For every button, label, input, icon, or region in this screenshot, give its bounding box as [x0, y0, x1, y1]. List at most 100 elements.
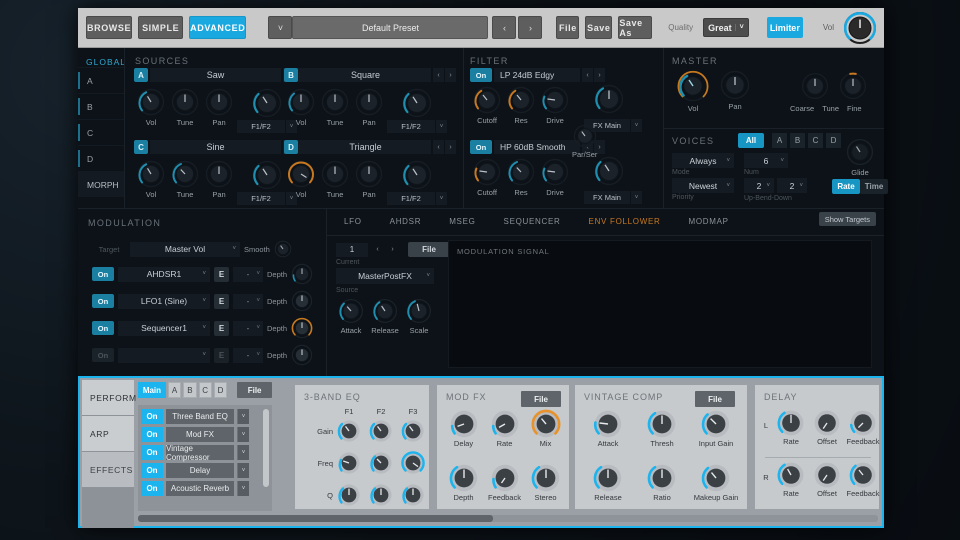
filter-2-cutoff[interactable]: Cutoff: [470, 158, 504, 197]
osc-d-fx-select[interactable]: F1/F2: [387, 192, 435, 205]
bus-d-button[interactable]: D: [214, 382, 227, 398]
eq-freq-f2[interactable]: [365, 451, 397, 475]
bus-a-button[interactable]: A: [168, 382, 181, 398]
show-targets-button[interactable]: Show Targets: [819, 212, 876, 226]
delay-l-rate-knob[interactable]: Rate: [773, 409, 809, 446]
comp-thresh-knob[interactable]: Thresh: [635, 409, 689, 448]
eq-freq-f1[interactable]: [333, 451, 365, 475]
sidebar-item-effects[interactable]: EFFECTS: [82, 452, 134, 488]
sidebar-item-perform[interactable]: PERFORM: [82, 380, 134, 416]
eq-q-f2[interactable]: [365, 483, 397, 507]
osc-a-tune[interactable]: Tune: [168, 88, 202, 127]
effect-eq-on[interactable]: On: [141, 409, 163, 424]
effect-comp-on[interactable]: On: [141, 445, 163, 460]
osc-b-fx-select[interactable]: F1/F2: [387, 120, 435, 133]
tab-ahdsr[interactable]: AHDSR: [376, 211, 436, 231]
filter-2-drive[interactable]: Drive: [538, 158, 572, 197]
modfx-stereo-knob[interactable]: Stereo: [525, 463, 566, 502]
effect-reverb-name[interactable]: Acoustic Reverb: [166, 481, 234, 496]
rail-item-b[interactable]: B: [78, 93, 124, 119]
env-attack-knob[interactable]: Attack: [334, 298, 368, 335]
osc-d-fx[interactable]: F1/F2 ˅: [386, 160, 448, 205]
eq-gain-f1[interactable]: [333, 419, 365, 443]
scrollbar-thumb[interactable]: [138, 515, 493, 522]
delay-l-feedback-knob[interactable]: Feedback: [845, 409, 881, 446]
preset-dropdown-icon[interactable]: ˅: [268, 16, 292, 39]
modfx-file-button[interactable]: File: [521, 391, 561, 407]
filter-1-cutoff[interactable]: Cutoff: [470, 86, 504, 125]
comp-attack-knob[interactable]: Attack: [581, 409, 635, 448]
osc-a-fx-select[interactable]: F1/F2: [237, 120, 285, 133]
osc-d-prev[interactable]: ‹: [433, 140, 444, 154]
advanced-button[interactable]: ADVANCED: [189, 16, 246, 39]
osc-d-pan[interactable]: Pan: [352, 160, 386, 199]
filter-1-drive[interactable]: Drive: [538, 86, 572, 125]
filter-parser-knob[interactable]: Par/Ser: [572, 124, 597, 159]
voices-all-button[interactable]: All: [738, 133, 764, 148]
osc-d-vol[interactable]: Vol: [284, 160, 318, 199]
mod-row-4-source[interactable]: ˅: [118, 348, 210, 363]
osc-b-pan[interactable]: Pan: [352, 88, 386, 127]
env-source-select[interactable]: MasterPostFX ˅: [336, 268, 434, 284]
effect-delay-on[interactable]: On: [141, 463, 163, 478]
filter-2-on-button[interactable]: On: [470, 140, 492, 154]
master-coarse-knob[interactable]: [796, 72, 834, 100]
chevron-down-icon[interactable]: ˅: [237, 445, 249, 460]
osc-a-badge[interactable]: A: [134, 68, 148, 82]
osc-a-waveform[interactable]: Saw: [150, 68, 281, 82]
bus-c-button[interactable]: C: [199, 382, 212, 398]
preset-name-field[interactable]: Default Preset: [292, 16, 488, 39]
delay-r-feedback-knob[interactable]: Feedback: [845, 461, 881, 498]
filter-2-fx[interactable]: FX Main ˅: [584, 156, 642, 204]
eq-gain-f3[interactable]: [397, 419, 429, 443]
master-volume-knob[interactable]: [844, 12, 876, 44]
mod-row-4-edit[interactable]: E: [214, 348, 229, 363]
osc-d-badge[interactable]: D: [284, 140, 298, 154]
file-button[interactable]: File: [556, 16, 579, 39]
env-index-field[interactable]: 1: [336, 243, 368, 257]
osc-a-vol[interactable]: Vol: [134, 88, 168, 127]
env-release-knob[interactable]: Release: [368, 298, 402, 335]
osc-b-vol[interactable]: Vol: [284, 88, 318, 127]
effect-modfx-name[interactable]: Mod FX: [166, 427, 234, 442]
eq-gain-f2[interactable]: [365, 419, 397, 443]
comp-makeup-gain-knob[interactable]: Makeup Gain: [689, 463, 743, 502]
osc-b-badge[interactable]: B: [284, 68, 298, 82]
osc-b-tune[interactable]: Tune: [318, 88, 352, 127]
filter-1-on-button[interactable]: On: [470, 68, 492, 82]
osc-b-waveform[interactable]: Square: [300, 68, 431, 82]
delay-l-offset-knob[interactable]: Offset: [809, 409, 845, 446]
effects-list-scrollbar[interactable]: [263, 409, 269, 487]
voices-slot-b[interactable]: B: [790, 133, 805, 148]
osc-d-waveform[interactable]: Triangle: [300, 140, 431, 154]
mod-row-2-on[interactable]: On: [92, 294, 114, 308]
delay-r-rate-knob[interactable]: Rate: [773, 461, 809, 498]
osc-c-fx-select[interactable]: F1/F2: [237, 192, 285, 205]
chevron-down-icon[interactable]: ˅: [631, 191, 642, 204]
chevron-down-icon[interactable]: ˅: [436, 120, 447, 133]
mod-row-3-slot[interactable]: - ˅: [233, 321, 263, 336]
osc-c-pan[interactable]: Pan: [202, 160, 236, 199]
filter-2-fx-select[interactable]: FX Main: [584, 191, 630, 204]
osc-c-tune[interactable]: Tune: [168, 160, 202, 199]
mod-row-1-edit[interactable]: E: [214, 267, 229, 282]
effect-delay-name[interactable]: Delay: [166, 463, 234, 478]
modfx-depth-knob[interactable]: Depth: [443, 463, 484, 502]
mod-row-1-depth-knob[interactable]: [291, 263, 313, 285]
mod-row-2-depth-knob[interactable]: [291, 290, 313, 312]
bus-b-button[interactable]: B: [183, 382, 196, 398]
mod-row-2-slot[interactable]: - ˅: [233, 294, 263, 309]
modulation-target-select[interactable]: Master Vol ˅: [130, 242, 240, 257]
bus-main-button[interactable]: Main: [138, 382, 166, 398]
filter-1-res[interactable]: Res: [504, 86, 538, 125]
comp-release-knob[interactable]: Release: [581, 463, 635, 502]
effect-modfx-on[interactable]: On: [141, 427, 163, 442]
voices-slot-c[interactable]: C: [808, 133, 823, 148]
effects-file-button[interactable]: File: [237, 382, 272, 398]
comp-ratio-knob[interactable]: Ratio: [635, 463, 689, 502]
rail-item-a[interactable]: A: [78, 67, 124, 93]
rail-item-d[interactable]: D: [78, 145, 124, 171]
eq-q-f3[interactable]: [397, 483, 429, 507]
chevron-down-icon[interactable]: ˅: [237, 427, 249, 442]
effects-horizontal-scrollbar[interactable]: [138, 515, 878, 522]
